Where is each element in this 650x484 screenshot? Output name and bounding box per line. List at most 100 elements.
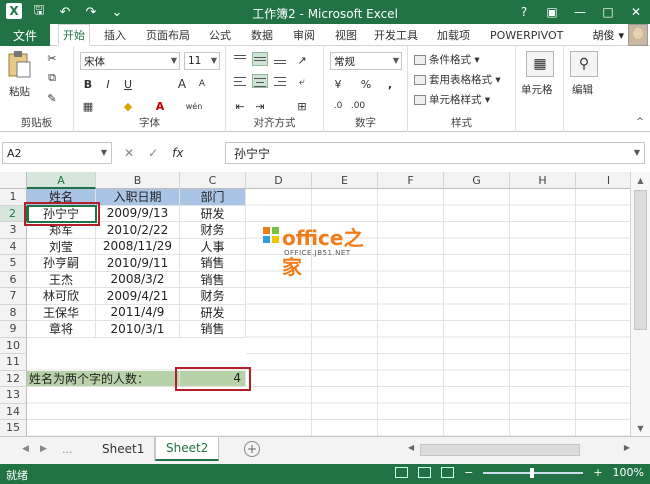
- merge-center-icon[interactable]: ⊞: [294, 98, 310, 114]
- scroll-up-icon[interactable]: ▲: [631, 172, 650, 188]
- grow-font-button[interactable]: A: [174, 76, 190, 92]
- vertical-scrollbar[interactable]: ▲ ▼: [630, 172, 650, 436]
- scroll-down-icon[interactable]: ▼: [631, 420, 650, 436]
- decrease-indent-icon[interactable]: ⇤: [232, 98, 248, 114]
- tab-review[interactable]: 审阅: [289, 24, 319, 46]
- add-sheet-icon[interactable]: +: [244, 441, 260, 457]
- table-cell-dept[interactable]: 销售: [180, 255, 246, 272]
- borders-icon[interactable]: ▦: [80, 98, 96, 114]
- bold-button[interactable]: B: [80, 76, 96, 92]
- tab-file[interactable]: 文件: [0, 24, 50, 46]
- table-cell-date[interactable]: 2008/3/2: [96, 271, 180, 288]
- table-cell-name[interactable]: 孙亨嗣: [27, 255, 96, 272]
- collapse-ribbon-icon[interactable]: ^: [632, 114, 648, 130]
- name-box[interactable]: A2 ▼: [2, 142, 112, 164]
- tab-data[interactable]: 数据: [247, 24, 277, 46]
- italic-button[interactable]: I: [100, 76, 116, 92]
- wrap-text-icon[interactable]: ⤶: [294, 74, 310, 90]
- column-header-e[interactable]: E: [312, 172, 378, 189]
- paste-button[interactable]: 粘贴: [9, 84, 30, 99]
- table-cell-dept[interactable]: 研发: [180, 304, 246, 321]
- tab-add-ins[interactable]: 加载项: [433, 24, 474, 46]
- row-header-4[interactable]: 4: [0, 238, 27, 255]
- align-center-icon[interactable]: [252, 74, 268, 88]
- table-cell-date[interactable]: 2009/9/13: [96, 205, 180, 222]
- row-header-14[interactable]: 14: [0, 403, 27, 420]
- close-button[interactable]: ✕: [622, 0, 650, 24]
- cell-header-dept[interactable]: 部门: [180, 189, 246, 206]
- cell-header-name[interactable]: 姓名: [27, 189, 96, 206]
- prev-sheet-icon[interactable]: ◀: [22, 444, 29, 454]
- table-cell-dept[interactable]: 财务: [180, 288, 246, 305]
- table-cell-name[interactable]: 刘莹: [27, 238, 96, 255]
- currency-icon[interactable]: ¥: [330, 76, 346, 92]
- zoom-level[interactable]: 100%: [613, 466, 644, 479]
- row-header-9[interactable]: 9: [0, 321, 27, 338]
- cells-icon[interactable]: ▦: [526, 50, 554, 78]
- more-sheets-icon[interactable]: ...: [62, 443, 73, 456]
- enter-icon[interactable]: ✓: [148, 146, 158, 160]
- tab-sheet2[interactable]: Sheet2: [155, 437, 220, 461]
- row-header-6[interactable]: 6: [0, 271, 27, 288]
- find-icon[interactable]: ⚲: [570, 50, 598, 78]
- table-cell-dept[interactable]: 研发: [180, 205, 246, 222]
- next-sheet-icon[interactable]: ▶: [40, 444, 47, 454]
- table-cell-date[interactable]: 2010/2/22: [96, 222, 180, 239]
- format-as-table-button[interactable]: 套用表格格式 ▾: [414, 72, 501, 87]
- column-header-f[interactable]: F: [378, 172, 444, 189]
- align-bottom-icon[interactable]: [272, 52, 288, 66]
- tab-home[interactable]: 开始: [58, 24, 90, 46]
- paste-icon[interactable]: [4, 50, 34, 80]
- normal-view-icon[interactable]: [395, 467, 409, 478]
- column-header-a[interactable]: A: [27, 172, 96, 189]
- formula-input[interactable]: 孙宁宁 ▼: [225, 142, 645, 164]
- zoom-slider[interactable]: [483, 467, 584, 478]
- table-cell-dept[interactable]: 人事: [180, 238, 246, 255]
- align-top-icon[interactable]: [232, 52, 248, 66]
- number-format-select[interactable]: 常规 ▼: [330, 52, 402, 70]
- orientation-icon[interactable]: ↗: [294, 52, 310, 68]
- editing-button[interactable]: 编辑: [572, 82, 593, 97]
- font-size-select[interactable]: 11 ▼: [184, 52, 220, 70]
- column-header-b[interactable]: B: [96, 172, 180, 189]
- scroll-left-icon[interactable]: ◀: [408, 443, 414, 452]
- ribbon-display-options-button[interactable]: ▣: [538, 0, 566, 24]
- row-header-8[interactable]: 8: [0, 304, 27, 321]
- row-header-3[interactable]: 3: [0, 222, 27, 239]
- table-cell-date[interactable]: 2010/9/11: [96, 255, 180, 272]
- fill-color-icon[interactable]: ◆: [120, 98, 136, 114]
- table-cell-name[interactable]: 王保华: [27, 304, 96, 321]
- cancel-icon[interactable]: ✕: [124, 146, 134, 160]
- underline-button[interactable]: U: [120, 76, 136, 92]
- row-header-13[interactable]: 13: [0, 387, 27, 404]
- cell-styles-button[interactable]: 单元格样式 ▾: [414, 92, 490, 107]
- table-cell-dept[interactable]: 销售: [180, 271, 246, 288]
- format-painter-icon[interactable]: ✎: [44, 90, 60, 106]
- align-left-icon[interactable]: [232, 74, 248, 88]
- conditional-formatting-button[interactable]: 条件格式 ▾: [414, 52, 480, 67]
- font-color-icon[interactable]: A: [152, 98, 168, 114]
- tab-developer[interactable]: 开发工具: [370, 24, 422, 46]
- tab-view[interactable]: 视图: [331, 24, 361, 46]
- horizontal-scrollbar[interactable]: ◀ ▶: [380, 443, 630, 457]
- help-button[interactable]: ?: [510, 0, 538, 24]
- table-cell-date[interactable]: 2008/11/29: [96, 238, 180, 255]
- row-header-1[interactable]: 1: [0, 189, 27, 206]
- column-header-h[interactable]: H: [510, 172, 576, 189]
- user-account[interactable]: 胡俊 ▾: [592, 24, 648, 46]
- percent-button[interactable]: %: [358, 76, 374, 92]
- select-all-corner[interactable]: [0, 172, 27, 189]
- table-cell-name[interactable]: 林可欣: [27, 288, 96, 305]
- align-middle-icon[interactable]: [252, 52, 268, 66]
- table-cell-name[interactable]: 章将: [27, 321, 96, 338]
- cut-icon[interactable]: ✂: [44, 50, 60, 66]
- decrease-decimal-icon[interactable]: .00: [350, 98, 366, 114]
- align-right-icon[interactable]: [272, 74, 288, 88]
- row-header-15[interactable]: 15: [0, 420, 27, 436]
- row-header-11[interactable]: 11: [0, 354, 27, 371]
- empty-cells-lower[interactable]: [27, 354, 246, 436]
- tab-sheet1[interactable]: Sheet1: [92, 437, 156, 461]
- column-header-d[interactable]: D: [246, 172, 312, 189]
- cells-button[interactable]: 单元格: [521, 82, 553, 97]
- row-header-12[interactable]: 12: [0, 370, 27, 387]
